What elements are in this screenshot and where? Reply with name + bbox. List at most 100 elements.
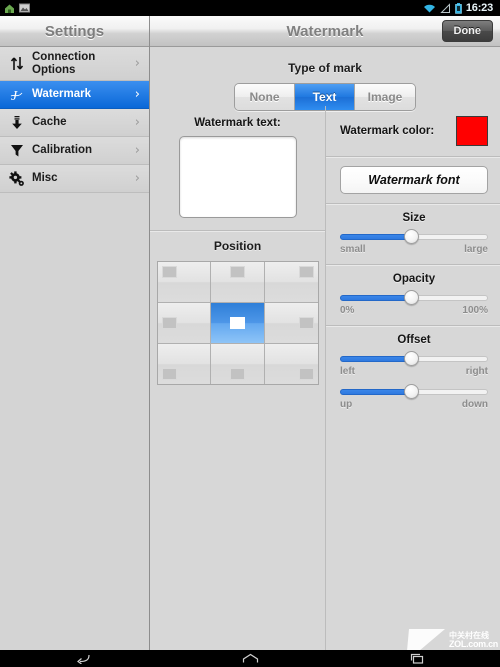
offset-vertical-slider[interactable]	[340, 384, 488, 399]
android-nav-bar	[0, 650, 500, 667]
sidebar-item-misc[interactable]: Misc ›	[0, 165, 149, 193]
position-cell-top-left[interactable]	[157, 262, 211, 302]
offset-label: Offset	[397, 334, 431, 346]
position-label: Position	[213, 239, 262, 253]
status-bar-indicators: 16:23	[423, 2, 496, 14]
position-grid[interactable]	[156, 261, 319, 385]
page-title: Watermark	[286, 22, 364, 40]
sidebar-item-label: Calibration	[32, 144, 93, 157]
offset-horizontal-thumb[interactable]	[404, 351, 420, 366]
size-slider-fill	[340, 234, 412, 240]
sidebar-nav-list: Connection Options › J Watermark › Cache…	[0, 47, 149, 650]
content-header: Watermark Done	[150, 16, 500, 47]
offset-horizontal-slider[interactable]	[340, 351, 488, 366]
status-bar-clock: 16:23	[465, 2, 493, 14]
watermark-color-label: Watermark color:	[340, 125, 435, 137]
watermark-font-button[interactable]: Watermark font	[340, 166, 488, 194]
wifi-icon	[423, 4, 435, 12]
size-slider[interactable]	[340, 229, 488, 244]
battery-icon	[455, 2, 462, 14]
home-notification-icon	[5, 4, 14, 13]
opacity-label: Opacity	[392, 273, 436, 285]
position-cell-middle-right[interactable]	[264, 303, 318, 343]
chevron-right-icon: ›	[134, 87, 140, 102]
watermark-text-label: Watermark text:	[194, 117, 281, 129]
chevron-right-icon: ›	[134, 143, 140, 158]
sidebar-item-connection-options[interactable]: Connection Options ›	[0, 47, 149, 81]
position-marker	[298, 317, 314, 329]
done-button[interactable]: Done	[441, 20, 493, 42]
sidebar-item-cache[interactable]: Cache ›	[0, 109, 149, 137]
sidebar-item-calibration[interactable]: Calibration ›	[0, 137, 149, 165]
position-marker	[298, 368, 314, 380]
type-of-mark-label: Type of mark	[288, 61, 362, 75]
opacity-min-label: 0%	[340, 305, 355, 316]
download-arrow-icon	[6, 115, 28, 130]
sidebar-header: Settings	[0, 16, 149, 47]
sidebar-title: Settings	[44, 22, 105, 40]
offset-vertical-labels: up down	[340, 399, 488, 410]
offset-horizontal-labels: left right	[340, 366, 488, 377]
watermark-font-row: Watermark font	[326, 157, 500, 203]
funnel-icon	[6, 143, 28, 158]
size-label: Size	[402, 212, 426, 224]
position-marker	[161, 266, 177, 278]
position-marker	[229, 368, 245, 380]
settings-sidebar: Settings Connection Options › J Watermar…	[0, 16, 150, 650]
type-of-mark-section: Type of mark None Text Image	[150, 47, 500, 111]
size-slider-thumb[interactable]	[404, 229, 420, 244]
opacity-slider-thumb[interactable]	[404, 290, 420, 305]
home-icon	[242, 653, 258, 663]
chevron-right-icon: ›	[134, 171, 140, 186]
watermark-settings-panel: Type of mark None Text Image Watermark t…	[150, 47, 500, 650]
opacity-slider-labels: 0% 100%	[340, 305, 488, 316]
opacity-slider-fill	[340, 295, 412, 301]
back-icon	[77, 654, 90, 664]
position-section: Position	[150, 231, 325, 385]
status-bar: 16:23	[0, 0, 500, 16]
opacity-slider[interactable]	[340, 290, 488, 305]
size-min-label: small	[340, 244, 366, 255]
back-button[interactable]	[0, 653, 167, 664]
size-section: Size small large	[326, 204, 500, 264]
sidebar-item-label: Connection Options	[32, 51, 96, 76]
sidebar-item-label: Misc	[32, 172, 58, 185]
offset-vertical-thumb[interactable]	[404, 384, 420, 399]
watermark-text-input[interactable]	[178, 136, 297, 218]
watermark-color-swatch[interactable]	[456, 116, 488, 146]
offset-left-label: left	[340, 366, 355, 377]
settings-columns: Watermark text: Position Watermark color…	[150, 106, 500, 650]
status-bar-notifications	[4, 3, 30, 14]
offset-horizontal-fill	[340, 356, 412, 362]
position-marker	[298, 266, 314, 278]
script-letter-icon: J	[6, 87, 28, 103]
position-cell-middle-left[interactable]	[157, 303, 211, 343]
recents-button[interactable]	[333, 653, 500, 664]
signal-icon	[440, 2, 450, 13]
position-cell-middle-center[interactable]	[211, 303, 264, 343]
screenshot-notification-icon	[19, 3, 30, 13]
device-screen: 16:23 Settings Connection Options › J Wa…	[0, 0, 500, 667]
home-button[interactable]	[167, 653, 334, 664]
position-cell-bottom-left[interactable]	[157, 344, 211, 384]
offset-right-label: right	[465, 366, 488, 377]
position-marker	[161, 368, 177, 380]
chevron-right-icon: ›	[134, 115, 140, 130]
position-marker	[229, 266, 245, 278]
size-slider-labels: small large	[340, 244, 488, 255]
position-cell-top-right[interactable]	[264, 262, 318, 302]
watermark-text-section: Watermark text:	[150, 106, 325, 230]
offset-section: Offset left right up down	[326, 326, 500, 419]
offset-down-label: down	[461, 399, 488, 410]
watermark-color-row: Watermark color:	[326, 106, 500, 156]
size-max-label: large	[464, 244, 488, 255]
app-root: Settings Connection Options › J Watermar…	[0, 16, 500, 650]
position-cell-bottom-center[interactable]	[211, 344, 264, 384]
sidebar-item-label: Cache	[32, 116, 67, 129]
position-marker	[229, 317, 245, 329]
position-cell-top-center[interactable]	[211, 262, 264, 302]
position-cell-bottom-right[interactable]	[264, 344, 318, 384]
recents-icon	[410, 653, 423, 664]
offset-up-label: up	[340, 399, 353, 410]
sidebar-item-watermark[interactable]: J Watermark ›	[0, 81, 149, 109]
